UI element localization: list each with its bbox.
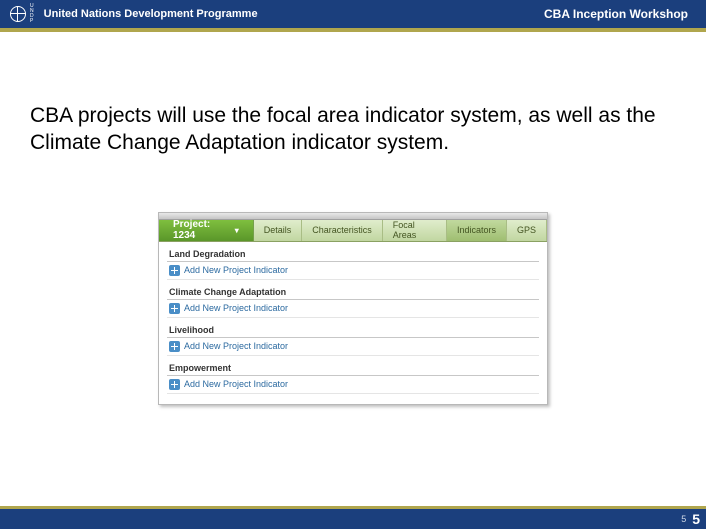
content-area: Land Degradation Add New Project Indicat… xyxy=(159,242,547,404)
section-header: Land Degradation xyxy=(167,246,539,262)
tab-focal-areas[interactable]: Focal Areas xyxy=(383,220,447,241)
app-panel: Project: 1234 ▾ Details Characteristics … xyxy=(158,212,548,405)
plus-icon xyxy=(169,303,180,314)
add-indicator-button[interactable]: Add New Project Indicator xyxy=(167,376,539,394)
section-header: Livelihood xyxy=(167,322,539,338)
section-land-degradation: Land Degradation Add New Project Indicat… xyxy=(167,246,539,280)
add-label: Add New Project Indicator xyxy=(184,379,288,389)
tab-gps[interactable]: GPS xyxy=(507,220,547,241)
add-indicator-button[interactable]: Add New Project Indicator xyxy=(167,338,539,356)
section-header: Climate Change Adaptation xyxy=(167,284,539,300)
add-indicator-button[interactable]: Add New Project Indicator xyxy=(167,262,539,280)
page-number-small: 5 xyxy=(681,514,686,524)
project-tab[interactable]: Project: 1234 ▾ xyxy=(159,220,254,241)
globe-icon xyxy=(10,6,26,22)
chevron-down-icon: ▾ xyxy=(235,226,239,235)
tab-characteristics[interactable]: Characteristics xyxy=(302,220,383,241)
header-bar: U N D P United Nations Development Progr… xyxy=(0,0,706,28)
tab-details[interactable]: Details xyxy=(254,220,303,241)
tab-indicators[interactable]: Indicators xyxy=(447,220,507,241)
workshop-label: CBA Inception Workshop xyxy=(544,7,696,21)
undp-logo-letters: U N D P xyxy=(28,4,34,24)
add-indicator-button[interactable]: Add New Project Indicator xyxy=(167,300,539,318)
slide-body: CBA projects will use the focal area ind… xyxy=(0,32,706,415)
add-label: Add New Project Indicator xyxy=(184,265,288,275)
plus-icon xyxy=(169,341,180,352)
logo-letter-p: P xyxy=(30,19,34,24)
section-climate-change-adaptation: Climate Change Adaptation Add New Projec… xyxy=(167,284,539,318)
section-header: Empowerment xyxy=(167,360,539,376)
footer-bar: 5 5 xyxy=(0,509,706,529)
plus-icon xyxy=(169,265,180,276)
undp-logo: U N D P xyxy=(10,4,34,24)
section-livelihood: Livelihood Add New Project Indicator xyxy=(167,322,539,356)
tab-row: Project: 1234 ▾ Details Characteristics … xyxy=(159,220,547,242)
plus-icon xyxy=(169,379,180,390)
add-label: Add New Project Indicator xyxy=(184,341,288,351)
add-label: Add New Project Indicator xyxy=(184,303,288,313)
project-label: Project: 1234 xyxy=(173,219,229,241)
slide-text: CBA projects will use the focal area ind… xyxy=(30,102,676,157)
page-number: 5 xyxy=(692,511,700,527)
org-title: United Nations Development Programme xyxy=(44,8,544,20)
section-empowerment: Empowerment Add New Project Indicator xyxy=(167,360,539,394)
